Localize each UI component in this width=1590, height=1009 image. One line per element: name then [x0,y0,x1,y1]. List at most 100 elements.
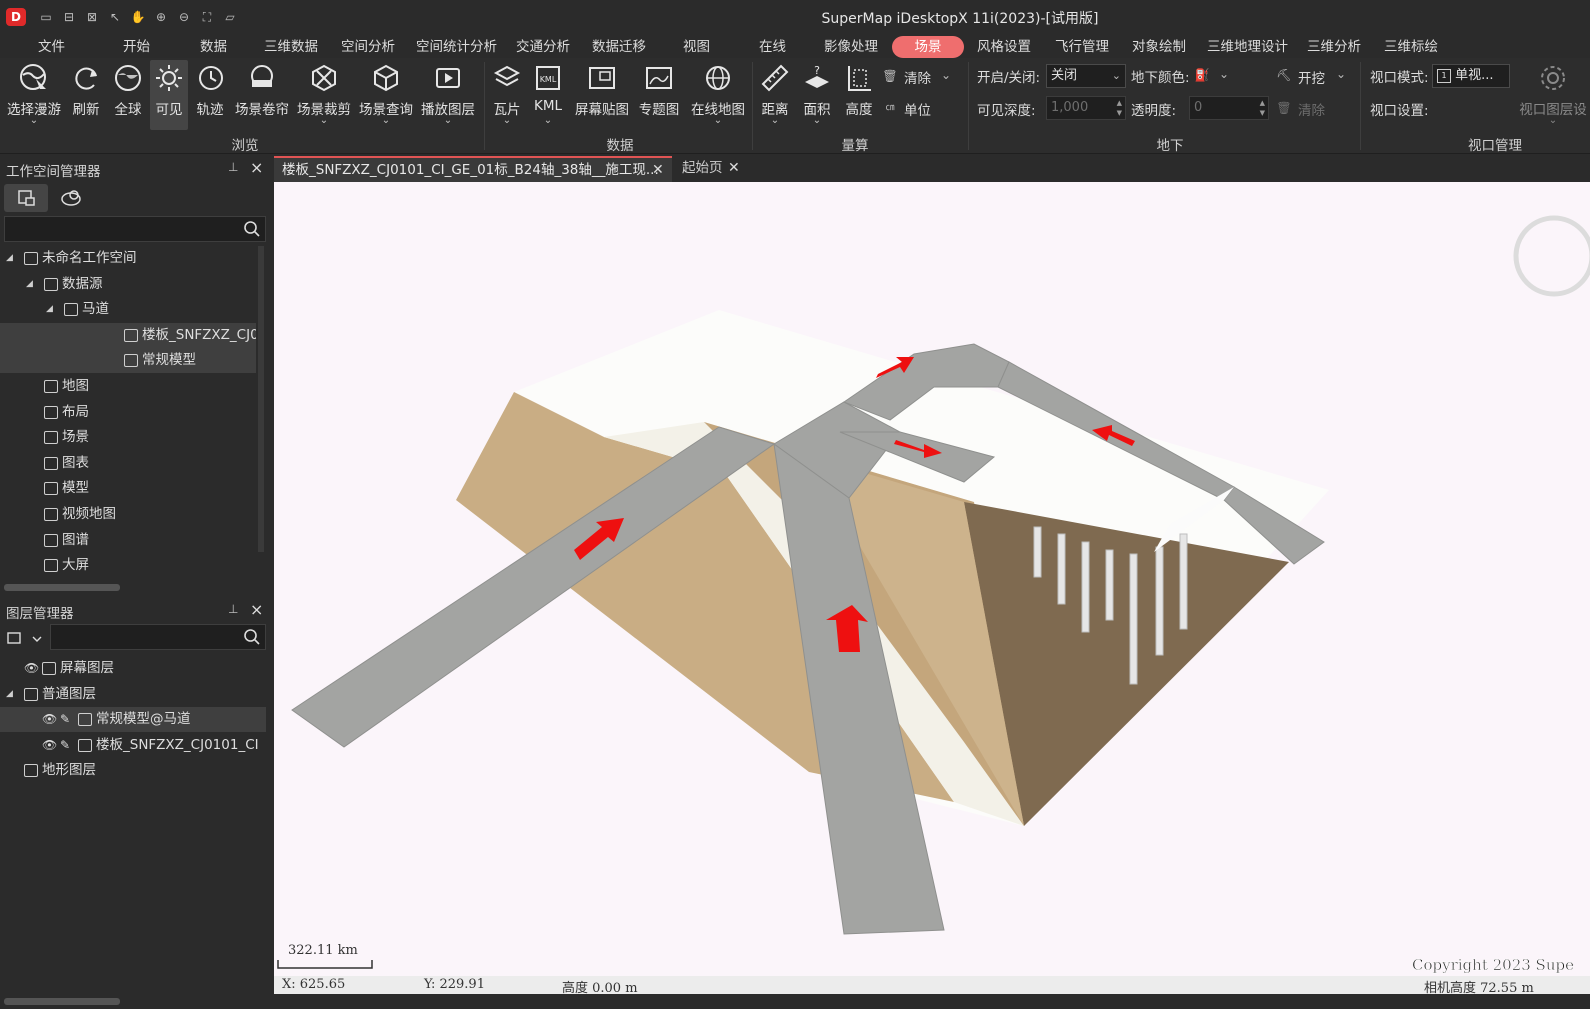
chevron-down-icon[interactable]: ⌄ [381,116,391,126]
workspace-search-input[interactable] [4,216,266,242]
thematic-map-button[interactable]: 专题图 [636,60,682,130]
close-icon[interactable]: ✕ [728,156,740,180]
select-roam-button[interactable]: 选择漫游 ⌄ [4,60,64,130]
scene-swipe-button[interactable]: 场景卷帘 [232,60,292,130]
play-layer-button[interactable]: 播放图层 ⌄ [418,60,478,130]
excavate-button[interactable]: 开挖 [1298,67,1325,87]
layer-tree-item[interactable]: 地形图层 [0,758,266,783]
scene-query-button[interactable]: 场景查询 ⌄ [356,60,416,130]
workspace-tree-item[interactable]: 大屏 [0,553,256,578]
close-icon[interactable]: × [250,600,263,619]
workspace-tree-item[interactable]: 图谱 [0,528,256,553]
tab-start-page[interactable]: 起始页 ✕ [674,156,746,182]
chevron-down-icon[interactable]: ⌄ [1548,116,1558,126]
tab-3d-plotting[interactable]: 三维标绘 [1384,36,1438,58]
tab-start[interactable]: 开始 [123,36,150,58]
tab-flight[interactable]: 飞行管理 [1055,36,1109,58]
close-workspace-icon[interactable]: ⊠ [84,9,100,25]
layer-tree-hscrollbar[interactable] [4,998,120,1005]
search-icon[interactable] [243,628,261,646]
globe-button[interactable]: 全球 [108,60,148,130]
chevron-down-icon[interactable]: ⌄ [443,116,453,126]
workspace-tree-hscrollbar[interactable] [4,584,120,591]
workspace-tree-item[interactable]: ◢ 马道 [0,297,256,322]
workspace-tree-item[interactable]: 模型 [0,476,256,501]
tab-spatial-statistics[interactable]: 空间统计分析 [416,36,497,58]
pan-icon[interactable]: ✋ [130,9,146,25]
close-icon[interactable]: ✕ [652,158,664,182]
visible-button[interactable]: 可见 [150,60,188,130]
scene-clip-button[interactable]: 场景裁剪 ⌄ [294,60,354,130]
viewport-mode-select[interactable]: 1 单视... [1432,64,1510,88]
workspace-tree-vscrollbar[interactable] [258,246,264,552]
close-icon[interactable]: × [250,158,263,177]
workspace-tree-item[interactable]: 图表 [0,451,256,476]
expand-arrow-icon[interactable]: ◢ [26,272,33,297]
tab-object-drawing[interactable]: 对象绘制 [1132,36,1186,58]
folder-icon[interactable]: ▱ [222,9,238,25]
layer-tree-item[interactable]: 👁 ✎ 常规模型@马道 [0,707,266,733]
layer-tree-item[interactable]: 👁 ✎ 楼板_SNFZXZ_CJ0101_CI [0,733,266,758]
measure-clear-button[interactable]: 清除 [904,67,931,87]
zoom-out-icon[interactable]: ⊖ [176,9,192,25]
editable-pencil-icon[interactable]: ✎ [60,707,70,732]
workspace-tree-item[interactable]: ◢ 数据源 [0,272,256,297]
chevron-down-icon[interactable]: ⌄ [319,116,329,126]
workspace-tree-tab[interactable] [4,184,48,212]
tab-3d-analysis[interactable]: 三维分析 [1307,36,1361,58]
scene-viewport[interactable]: 322.11 km Copyright 2023 Supe [274,182,1590,994]
add-layer-dropdown[interactable] [6,628,46,650]
underground-clear-button[interactable]: 清除 [1298,99,1325,119]
layer-search-input[interactable] [50,624,266,650]
workspace-tree-item[interactable]: ◢ 未命名工作空间 [0,246,256,271]
pin-icon[interactable]: ⊥ [228,160,238,174]
tab-3d-geodesign[interactable]: 三维地理设计 [1207,36,1288,58]
expand-arrow-icon[interactable]: ◢ [46,297,53,322]
layer-tree-item[interactable]: ◢ 普通图层 [0,682,266,707]
chevron-down-icon[interactable]: ⌄ [770,116,780,126]
measure-unit-button[interactable]: 单位 [904,99,931,119]
paint-bucket-icon[interactable]: ⛽ [1194,67,1210,83]
online-map-button[interactable]: 在线地图 ⌄ [688,60,748,130]
save-icon[interactable]: ▭ [38,9,54,25]
chevron-down-icon[interactable]: ⌄ [1333,66,1349,82]
track-button[interactable]: 轨迹 [190,60,230,130]
viewport-layer-settings-button[interactable]: 视口图层设 ⌄ [1516,60,1590,130]
tab-imagery[interactable]: 影像处理 [824,36,878,58]
tab-traffic-analysis[interactable]: 交通分析 [516,36,570,58]
refresh-button[interactable]: 刷新 [66,60,106,130]
visibility-eye-icon[interactable]: 👁 [42,707,57,732]
workspace-tree-item[interactable]: 视频地图 [0,502,256,527]
tab-file[interactable]: 文件 [38,36,65,58]
kml-button[interactable]: KML KML ⌄ [528,60,568,130]
workspace-tree-item[interactable]: 常规模型 [0,348,256,374]
open-icon[interactable]: ⊟ [61,9,77,25]
tile-button[interactable]: 瓦片 ⌄ [488,60,526,130]
chevron-down-icon[interactable]: ⌄ [29,116,39,126]
workspace-tree-item[interactable]: 地图 [0,374,256,399]
area-button[interactable]: ? 面积 ⌄ [798,60,836,130]
visibility-eye-icon[interactable]: 👁 [42,733,57,758]
zoom-in-icon[interactable]: ⊕ [153,9,169,25]
opacity-input[interactable]: 0 ▲ ▼ [1189,96,1269,120]
tab-3d-data[interactable]: 三维数据 [264,36,318,58]
visible-depth-input[interactable]: 1,000 ▲ ▼ [1046,96,1126,120]
tab-style[interactable]: 风格设置 [977,36,1031,58]
editable-pencil-icon[interactable]: ✎ [60,733,70,758]
select-icon[interactable]: ↖ [107,9,123,25]
visibility-eye-icon[interactable]: 👁 [24,656,39,681]
tab-scene[interactable]: 场景 [892,36,964,58]
expand-arrow-icon[interactable]: ◢ [6,246,13,271]
chevron-down-icon[interactable]: ⌄ [502,116,512,126]
tab-data-migration[interactable]: 数据迁移 [592,36,646,58]
chevron-down-icon[interactable]: ⌄ [812,116,822,126]
workspace-tree-item[interactable]: 楼板_SNFZXZ_CJ0101_CI_ [0,322,256,348]
search-icon[interactable] [243,220,261,238]
full-extent-icon[interactable]: ⛶ [199,9,215,25]
layer-tree-item[interactable]: 👁 屏幕图层 [0,656,266,681]
workspace-tree-item[interactable]: 布局 [0,400,256,425]
chevron-down-icon[interactable]: ⌄ [713,116,723,126]
tab-scene-document[interactable]: 楼板_SNFZXZ_CJ0101_CI_GE_01标_B24轴_38轴__施工现… [274,156,672,182]
pin-icon[interactable]: ⊥ [228,602,238,616]
cloud-storage-tab[interactable] [54,184,90,212]
